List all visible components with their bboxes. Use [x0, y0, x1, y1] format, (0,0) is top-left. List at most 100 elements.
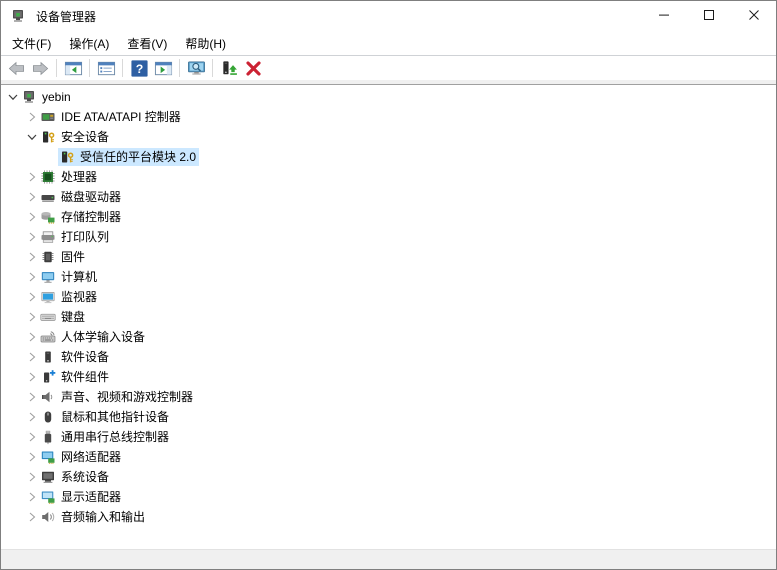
tree-item-content[interactable]: 软件设备: [39, 348, 112, 366]
update-driver-button[interactable]: [217, 57, 241, 79]
chevron-collapsed-icon[interactable]: [24, 450, 39, 464]
keyboard-icon: [40, 309, 56, 325]
chevron-collapsed-icon[interactable]: [24, 170, 39, 184]
chevron-collapsed-icon[interactable]: [24, 230, 39, 244]
maximize-icon: [703, 9, 715, 24]
computer-icon: [40, 269, 56, 285]
tree-item-label: 键盘: [61, 308, 85, 326]
chevron-collapsed-icon[interactable]: [24, 290, 39, 304]
help-button[interactable]: ?: [127, 57, 151, 79]
tree-item-software-components[interactable]: 软件组件: [1, 367, 776, 387]
tree-item-display-adapters[interactable]: 显示适配器: [1, 487, 776, 507]
chevron-collapsed-icon[interactable]: [24, 250, 39, 264]
menu-help[interactable]: 帮助(H): [176, 32, 235, 55]
properties-button[interactable]: [94, 57, 118, 79]
chevron-collapsed-icon[interactable]: [24, 430, 39, 444]
tree-item-content[interactable]: 系统设备: [39, 468, 112, 486]
close-icon: [748, 9, 760, 24]
tree-item-label: 打印队列: [61, 228, 109, 246]
menu-action[interactable]: 操作(A): [60, 32, 118, 55]
chevron-collapsed-icon[interactable]: [24, 270, 39, 284]
tree-item-label: 存储控制器: [61, 208, 121, 226]
chevron-collapsed-icon[interactable]: [24, 490, 39, 504]
back-button[interactable]: [4, 57, 28, 79]
forward-button[interactable]: [28, 57, 52, 79]
tree-item-label: 软件组件: [61, 368, 109, 386]
device-manager-app-icon: [10, 8, 26, 24]
chevron-expanded-icon[interactable]: [5, 90, 20, 104]
tree-item-system-devices[interactable]: 系统设备: [1, 467, 776, 487]
tree-item-keyboards[interactable]: 键盘: [1, 307, 776, 327]
print-queue-icon: [40, 229, 56, 245]
tree-item-content[interactable]: 网络适配器: [39, 448, 124, 466]
tree-item-network-adapters[interactable]: 网络适配器: [1, 447, 776, 467]
tree-item-content[interactable]: 通用串行总线控制器: [39, 428, 172, 446]
chevron-collapsed-icon[interactable]: [24, 210, 39, 224]
tree-item-content[interactable]: 磁盘驱动器: [39, 188, 124, 206]
uninstall-device-button[interactable]: [241, 57, 265, 79]
chevron-spacer: [43, 150, 58, 164]
tree-item-content[interactable]: 键盘: [39, 308, 88, 326]
tree-item-processors[interactable]: 处理器: [1, 167, 776, 187]
tree-item-content[interactable]: 打印队列: [39, 228, 112, 246]
chevron-collapsed-icon[interactable]: [24, 190, 39, 204]
console-tree-icon: [64, 59, 83, 78]
toolbar-separator: [212, 59, 213, 77]
chevron-collapsed-icon[interactable]: [24, 310, 39, 324]
tree-item-monitors[interactable]: 监视器: [1, 287, 776, 307]
tree-item-sound-video-game-controllers[interactable]: 声音、视频和游戏控制器: [1, 387, 776, 407]
tree-item-human-interface-devices[interactable]: 人体学输入设备: [1, 327, 776, 347]
tree-item-storage-controllers[interactable]: 存储控制器: [1, 207, 776, 227]
tree-item-content[interactable]: IDE ATA/ATAPI 控制器: [39, 108, 184, 126]
security-device-icon: [40, 129, 56, 145]
tree-item-label: 显示适配器: [61, 488, 121, 506]
chevron-collapsed-icon[interactable]: [24, 510, 39, 524]
chevron-collapsed-icon[interactable]: [24, 410, 39, 424]
tree-item-content[interactable]: 处理器: [39, 168, 100, 186]
tree-item-content[interactable]: 受信任的平台模块 2.0: [58, 148, 199, 166]
tree-item-firmware[interactable]: 固件: [1, 247, 776, 267]
tree-item-content[interactable]: yebin: [20, 88, 74, 106]
chevron-collapsed-icon[interactable]: [24, 370, 39, 384]
tree-item-ide-ata-atapi-controllers[interactable]: IDE ATA/ATAPI 控制器: [1, 107, 776, 127]
tree-item-software-devices[interactable]: 软件设备: [1, 347, 776, 367]
tree-item-content[interactable]: 声音、视频和游戏控制器: [39, 388, 196, 406]
chevron-collapsed-icon[interactable]: [24, 350, 39, 364]
software-component-icon: [40, 369, 56, 385]
maximize-button[interactable]: [686, 1, 731, 31]
tree-item-content[interactable]: 软件组件: [39, 368, 112, 386]
chevron-collapsed-icon[interactable]: [24, 330, 39, 344]
processor-icon: [40, 169, 56, 185]
tree-item-computer-root[interactable]: yebin: [1, 87, 776, 107]
scan-hardware-changes-button[interactable]: [184, 57, 208, 79]
tree-item-trusted-platform-module-2-0[interactable]: 受信任的平台模块 2.0: [1, 147, 776, 167]
tree-item-mice-and-pointing-devices[interactable]: 鼠标和其他指针设备: [1, 407, 776, 427]
menu-file[interactable]: 文件(F): [3, 32, 60, 55]
tree-item-usb-controllers[interactable]: 通用串行总线控制器: [1, 427, 776, 447]
tree-item-security-devices[interactable]: 安全设备: [1, 127, 776, 147]
show-hide-console-tree-button[interactable]: [61, 57, 85, 79]
menu-view[interactable]: 查看(V): [118, 32, 176, 55]
mouse-icon: [40, 409, 56, 425]
chevron-collapsed-icon[interactable]: [24, 110, 39, 124]
minimize-button[interactable]: [641, 1, 686, 31]
tree-item-content[interactable]: 安全设备: [39, 128, 112, 146]
tree-item-content[interactable]: 鼠标和其他指针设备: [39, 408, 172, 426]
tree-item-content[interactable]: 显示适配器: [39, 488, 124, 506]
tree-item-content[interactable]: 计算机: [39, 268, 100, 286]
tree-item-content[interactable]: 监视器: [39, 288, 100, 306]
chevron-expanded-icon[interactable]: [24, 130, 39, 144]
tree-item-content[interactable]: 存储控制器: [39, 208, 124, 226]
tree-item-disk-drives[interactable]: 磁盘驱动器: [1, 187, 776, 207]
chevron-collapsed-icon[interactable]: [24, 390, 39, 404]
chevron-collapsed-icon[interactable]: [24, 470, 39, 484]
tree-item-print-queues[interactable]: 打印队列: [1, 227, 776, 247]
tree-item-content[interactable]: 人体学输入设备: [39, 328, 148, 346]
tree-item-audio-inputs-and-outputs[interactable]: 音频输入和输出: [1, 507, 776, 527]
tree-item-content[interactable]: 音频输入和输出: [39, 508, 148, 526]
show-hide-action-pane-button[interactable]: [151, 57, 175, 79]
help-icon: ?: [130, 59, 149, 78]
tree-item-computer[interactable]: 计算机: [1, 267, 776, 287]
tree-item-content[interactable]: 固件: [39, 248, 88, 266]
close-button[interactable]: [731, 1, 776, 31]
